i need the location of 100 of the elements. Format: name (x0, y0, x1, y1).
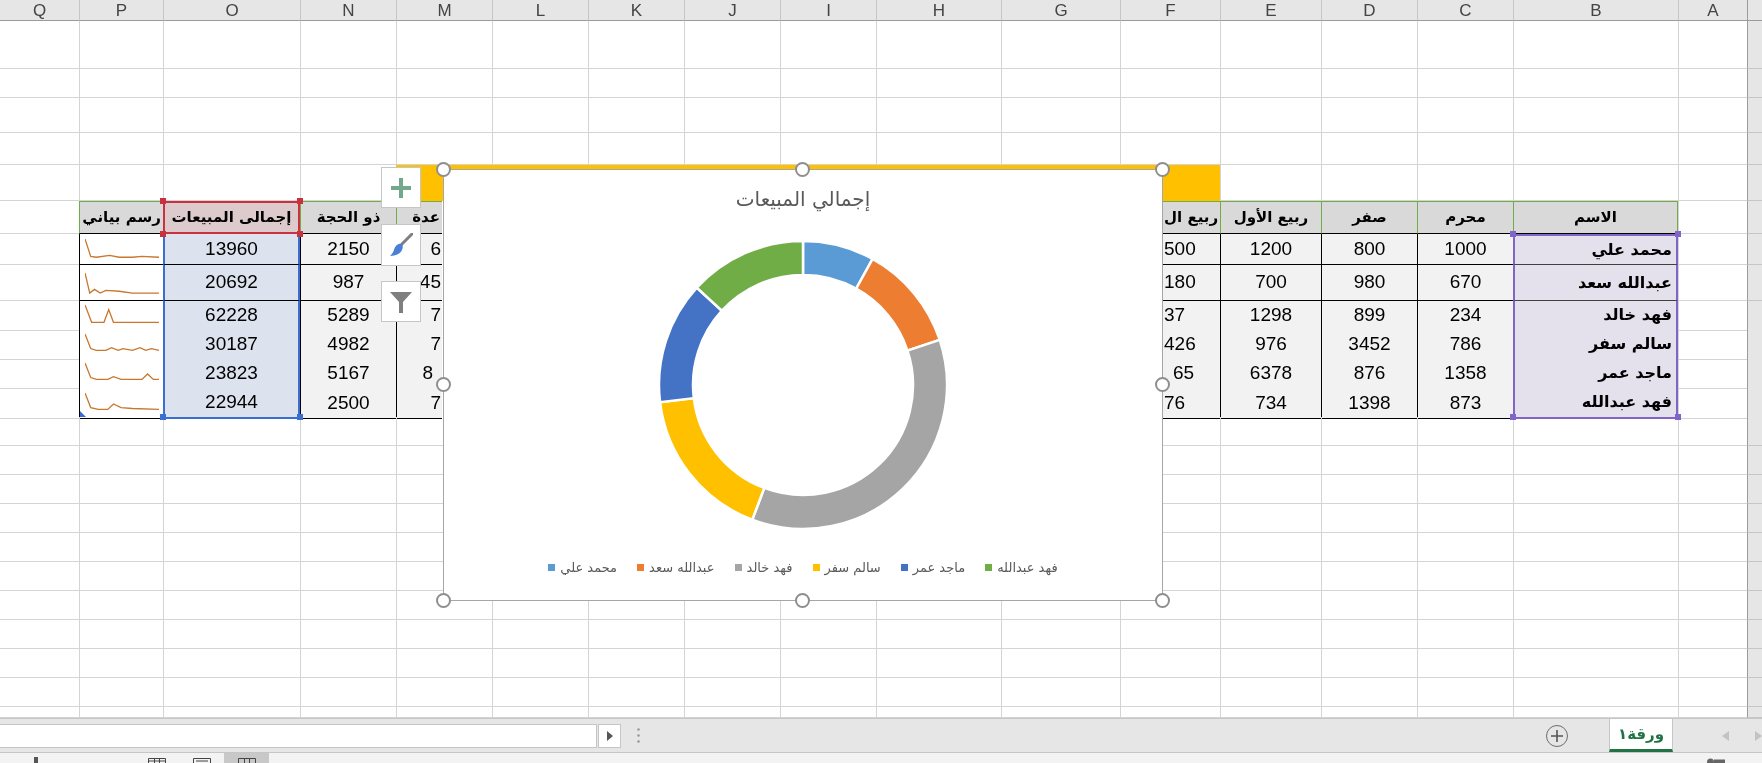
table-cell: 7 (396, 388, 442, 419)
row-header[interactable] (1747, 234, 1762, 265)
column-header[interactable]: H (876, 0, 1001, 21)
column-header[interactable]: N (300, 0, 396, 21)
column-header[interactable]: L (492, 0, 588, 21)
column-header[interactable]: K (588, 0, 684, 21)
legend-label: فهد خالد (746, 559, 793, 576)
range-handle[interactable] (160, 231, 166, 237)
status-icon (34, 757, 38, 763)
row-header[interactable] (1747, 591, 1762, 620)
row-header[interactable] (1747, 707, 1762, 718)
column-header[interactable]: I (780, 0, 876, 21)
column-header[interactable]: A (1678, 0, 1747, 21)
range-handle[interactable] (1510, 231, 1516, 237)
view-button[interactable] (224, 753, 269, 763)
column-header[interactable]: E (1220, 0, 1321, 21)
range-handle[interactable] (1510, 414, 1516, 420)
table-cell: 1298 (1220, 301, 1321, 331)
table-cell: 800 (1321, 234, 1417, 265)
legend-label: سالم سفر (824, 559, 881, 576)
table-cell: 734 (1220, 388, 1321, 419)
table-cell: 22944 (163, 388, 300, 419)
scroll-right-button[interactable] (598, 723, 621, 748)
range-handle[interactable] (297, 414, 303, 420)
column-heading: ربيع الأول (1220, 201, 1321, 234)
drag-handle-icon[interactable] (637, 728, 640, 743)
chart-title: إجمالي المبيعات (735, 186, 871, 214)
table-cell: 4982 (300, 330, 396, 360)
column-header[interactable]: F (1120, 0, 1220, 21)
row-header[interactable] (1747, 446, 1762, 475)
row-header[interactable] (1747, 417, 1762, 446)
page-icon (192, 758, 211, 763)
tab-scroll-button[interactable] (1755, 730, 1762, 741)
row-header[interactable] (1747, 201, 1762, 234)
column-header[interactable]: G (1001, 0, 1120, 21)
row-header[interactable] (1747, 133, 1762, 165)
triangle-right-icon (606, 730, 613, 741)
column-heading: الاسم (1513, 201, 1678, 234)
chart-frame[interactable]: إجمالي المبيعات فهد عبدالله ماجد عمر سالم سفر فهد خالد عبدالله سعد محمد علي (443, 169, 1163, 601)
column-heading: إجمالى المبيعات (163, 201, 300, 234)
sheet-tab[interactable]: ورقة١ (1609, 719, 1673, 752)
table-cell: فهد عبدالله (1513, 388, 1678, 419)
grid-icon (147, 758, 166, 763)
table-cell: 987 (300, 265, 396, 301)
row-header[interactable] (1747, 475, 1762, 504)
table-cell: 2500 (300, 388, 396, 419)
row-header[interactable] (1747, 562, 1762, 591)
tab-scroll-button[interactable] (1722, 730, 1729, 741)
table-cell: سالم سفر (1513, 330, 1678, 360)
column-header[interactable]: C (1417, 0, 1513, 21)
table-cell: 1000 (1417, 234, 1513, 265)
row-header[interactable] (1747, 678, 1762, 707)
column-heading: رسم بياني (79, 201, 163, 234)
row-header[interactable] (1747, 265, 1762, 301)
range-handle[interactable] (160, 414, 166, 420)
resize-handle[interactable] (1155, 593, 1170, 608)
row-header[interactable] (1747, 69, 1762, 98)
column-header[interactable]: O (163, 0, 300, 21)
plus-button[interactable] (381, 167, 421, 208)
filter-icon (389, 289, 413, 314)
table-cell: 8 (396, 359, 442, 389)
table-cell: فهد خالد (1513, 301, 1678, 331)
range-handle[interactable] (1675, 231, 1681, 237)
table-cell: 1358 (1417, 359, 1513, 389)
table-cell: 500 (1163, 234, 1220, 265)
table-cell: 786 (1417, 330, 1513, 360)
table-cell: 65 (1163, 359, 1220, 389)
table-cell: محمد علي (1513, 234, 1678, 265)
brush-button[interactable] (381, 224, 421, 266)
range-handle[interactable] (297, 198, 303, 204)
column-header[interactable]: M (396, 0, 492, 21)
filter-button[interactable] (381, 281, 421, 322)
table-cell: 670 (1417, 265, 1513, 301)
column-header[interactable]: Q (0, 0, 79, 21)
range-handle[interactable] (160, 198, 166, 204)
column-header[interactable]: J (684, 0, 780, 21)
row-header[interactable] (1747, 98, 1762, 133)
range-handle[interactable] (297, 231, 303, 237)
row-header[interactable] (1747, 533, 1762, 562)
plus-icon (1551, 729, 1563, 742)
row-header[interactable] (1747, 301, 1762, 331)
row-header[interactable] (1747, 21, 1762, 69)
column-header[interactable]: D (1321, 0, 1417, 21)
legend-label: ماجد عمر (912, 559, 966, 576)
row-header[interactable] (1747, 620, 1762, 649)
column-header[interactable]: B (1513, 0, 1678, 21)
row-header[interactable] (1747, 165, 1762, 201)
triangle-left-icon (1722, 730, 1729, 741)
column-header[interactable]: P (79, 0, 163, 21)
row-header[interactable] (1747, 649, 1762, 678)
legend-label: فهد عبدالله (997, 559, 1058, 576)
range-handle[interactable] (1675, 414, 1681, 420)
column-heading: محرم (1417, 201, 1513, 234)
table-cell: عبدالله سعد (1513, 265, 1678, 301)
horizontal-scrollbar[interactable] (0, 723, 597, 748)
slider-icon[interactable] (1707, 758, 1725, 763)
column-heading: ربيع ال (1163, 201, 1220, 234)
resize-handle[interactable] (436, 593, 451, 608)
select-all-button[interactable] (1747, 0, 1762, 21)
row-header[interactable] (1747, 504, 1762, 533)
